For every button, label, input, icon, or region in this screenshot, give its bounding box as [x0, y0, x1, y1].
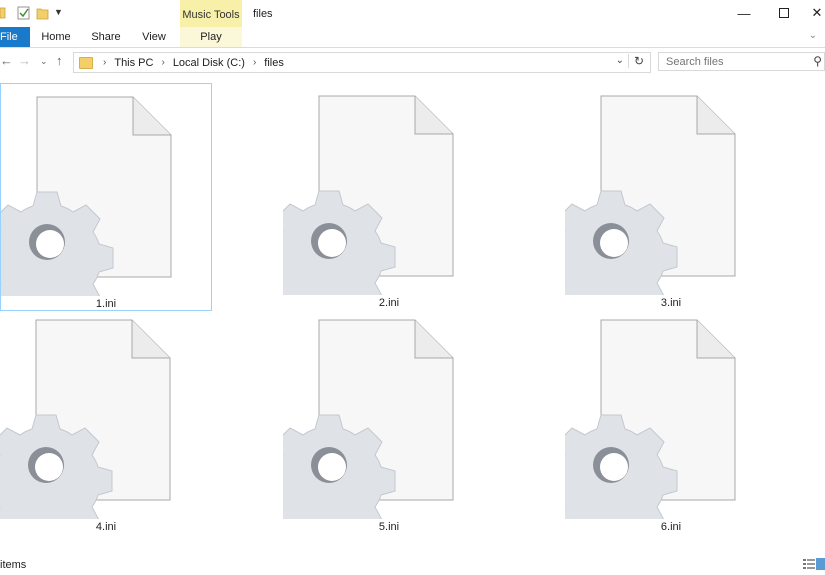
large-icons-view-icon[interactable] [816, 558, 825, 570]
chevron-right-icon[interactable]: › [103, 57, 106, 68]
address-dropdown-icon[interactable]: ⌄ [616, 55, 624, 66]
ini-file-icon [283, 95, 454, 295]
breadcrumb-local-disk[interactable]: Local Disk (C:) [173, 57, 245, 69]
search-input[interactable] [659, 54, 808, 69]
up-arrow-icon[interactable]: ↑ [56, 53, 63, 68]
close-button[interactable]: ✕ [797, 3, 825, 23]
new-folder-icon[interactable] [36, 6, 50, 23]
file-item[interactable]: 4.ini [0, 307, 212, 535]
file-item[interactable]: 3.ini [565, 83, 777, 311]
breadcrumb-files[interactable]: files [264, 57, 284, 69]
tab-view[interactable]: View [138, 27, 170, 47]
address-bar[interactable]: › This PC › Local Disk (C:) › files ⌄ ↻ [73, 52, 651, 73]
ribbon-tabs: File Home Share View Play ⌄ [0, 27, 825, 48]
title-bar: ▼ Music Tools files — ✕ [0, 0, 825, 29]
status-bar: items [0, 554, 825, 575]
ini-file-icon [1, 96, 172, 296]
properties-icon[interactable] [17, 6, 31, 23]
tab-home[interactable]: Home [38, 27, 74, 47]
breadcrumb-this-pc[interactable]: This PC [114, 57, 153, 69]
file-view: 1.ini 2.ini 3.ini 4.ini 5.ini 6.ini [0, 76, 825, 554]
tab-play[interactable]: Play [180, 27, 242, 47]
tab-share[interactable]: Share [88, 27, 124, 47]
search-icon[interactable]: ⚲ [813, 54, 822, 68]
music-tools-tab-group[interactable]: Music Tools [180, 0, 242, 29]
file-item[interactable]: 6.ini [565, 307, 777, 535]
customize-toolbar-icon[interactable]: ▼ [54, 7, 63, 17]
item-count: items [0, 559, 27, 571]
ini-file-icon [0, 319, 171, 519]
ini-file-icon [565, 95, 736, 295]
search-box[interactable]: ⚲ [658, 52, 825, 71]
refresh-icon[interactable]: ↻ [627, 54, 644, 68]
ini-file-icon [565, 319, 736, 519]
ini-file-icon [283, 319, 454, 519]
forward-arrow-icon[interactable]: → [18, 53, 31, 68]
details-view-icon[interactable] [803, 558, 815, 570]
navigation-bar: ← → ⌄ ↑ › This PC › Local Disk (C:) › fi… [0, 48, 825, 75]
file-item[interactable]: 5.ini [283, 307, 495, 535]
tab-file[interactable]: File [0, 27, 30, 47]
chevron-right-icon[interactable]: › [161, 57, 164, 68]
expand-ribbon-icon[interactable]: ⌄ [809, 30, 817, 41]
file-name[interactable]: 5.ini [283, 521, 495, 533]
back-arrow-icon[interactable]: ← [0, 53, 13, 68]
file-name[interactable]: 4.ini [0, 521, 212, 533]
file-item[interactable]: 2.ini [283, 83, 495, 311]
file-name[interactable]: 6.ini [565, 521, 777, 533]
folder-icon [79, 56, 93, 69]
quick-access-folder-icon[interactable] [0, 6, 6, 23]
chevron-right-icon[interactable]: › [253, 57, 256, 68]
window-title: files [253, 8, 273, 20]
recent-locations-icon[interactable]: ⌄ [40, 56, 48, 67]
minimize-button[interactable]: — [724, 3, 764, 23]
file-item[interactable]: 1.ini [0, 83, 212, 311]
